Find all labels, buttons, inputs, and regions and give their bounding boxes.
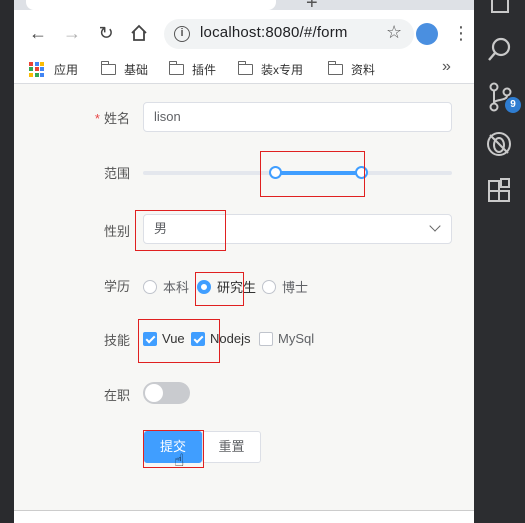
checkbox-checked — [191, 331, 205, 346]
bookmarks-more-button[interactable]: » — [442, 58, 451, 76]
checkbox-label: Nodejs — [210, 331, 251, 346]
checkbox-option-checked[interactable]: Vue — [143, 331, 185, 346]
submit-button[interactable]: 提交 — [144, 431, 202, 463]
gender-select[interactable]: 男 — [143, 214, 452, 244]
range-slider-handle-start[interactable] — [269, 166, 282, 179]
reset-button[interactable]: 重置 — [202, 431, 261, 463]
name-label-text: 姓名 — [103, 111, 130, 126]
devtools-bar — [14, 510, 474, 523]
required-mark: * — [94, 111, 100, 126]
bookmark-label: 插件 — [192, 62, 217, 77]
bookmark-folder[interactable]: 插件 — [168, 60, 217, 78]
checkbox-checked — [143, 331, 157, 346]
bookmarks-bar: 应用 基础 插件 装x专用 资料 » — [14, 56, 474, 84]
tab-strip: admin + — [14, 0, 474, 14]
menu-icon[interactable]: ⋮ — [452, 22, 470, 44]
gender-label: 性别 — [103, 224, 130, 239]
bookmark-label: 装x专用 — [261, 62, 304, 77]
reload-icon[interactable]: ↻ — [95, 22, 117, 44]
checkbox-option[interactable]: MySql — [259, 331, 314, 346]
checkbox-label: MySql — [278, 331, 315, 346]
address-bar[interactable]: i localhost:8080/#/form ☆ — [164, 19, 414, 49]
employed-label: 在职 — [103, 388, 130, 403]
hand-cursor-icon: ☝ — [174, 451, 185, 470]
chevron-down-icon — [429, 220, 441, 232]
radio-circle-checked — [197, 279, 211, 294]
range-slider-handle-end[interactable] — [355, 166, 368, 179]
name-label: * 姓名 — [70, 108, 130, 127]
bookmark-label: 应用 — [54, 62, 79, 77]
folder-icon — [168, 60, 184, 75]
switch-knob — [145, 384, 163, 402]
gender-selected-value: 男 — [154, 221, 168, 236]
name-input[interactable]: lison — [143, 102, 452, 132]
profile-avatar[interactable] — [416, 23, 438, 45]
skills-label: 技能 — [103, 333, 130, 348]
radio-option[interactable]: 博士 — [262, 277, 308, 296]
radio-option-selected[interactable]: 研究生 — [197, 277, 256, 296]
files-icon[interactable] — [474, 0, 525, 16]
browser-tab[interactable]: admin — [26, 0, 276, 10]
star-icon[interactable]: ☆ — [386, 22, 402, 43]
bookmark-folder[interactable]: 装x专用 — [237, 60, 304, 78]
radio-label: 本科 — [163, 280, 190, 295]
debug-icon[interactable] — [474, 130, 525, 158]
info-icon[interactable]: i — [174, 26, 190, 42]
radio-label: 博士 — [282, 280, 309, 295]
radio-circle — [262, 279, 276, 294]
checkbox-option-checked[interactable]: Nodejs — [191, 331, 250, 346]
range-label: 范围 — [103, 166, 130, 181]
folder-icon — [100, 60, 116, 75]
range-slider-bar — [276, 171, 362, 175]
browser-window: admin + ← → ↻ i localhost:8080/#/form ☆ … — [14, 0, 474, 523]
bookmark-folder[interactable]: 基础 — [100, 60, 149, 78]
apps-grid-icon — [29, 61, 44, 77]
back-arrow-icon[interactable]: ← — [27, 22, 49, 44]
folder-icon — [327, 60, 343, 75]
form-page: * 姓名 lison 范围 性别 男 学历 本科 研究生 博士 技能 Vue N… — [14, 85, 474, 510]
home-icon[interactable] — [130, 24, 148, 42]
search-icon[interactable] — [474, 36, 525, 62]
radio-label: 研究生 — [217, 280, 257, 295]
browser-toolbar: ← → ↻ i localhost:8080/#/form ☆ ⋮ — [14, 10, 474, 56]
education-label: 学历 — [103, 279, 130, 294]
bookmark-label: 基础 — [124, 62, 149, 77]
checkbox-unchecked — [259, 331, 273, 346]
bookmark-folder[interactable]: 资料 — [327, 60, 376, 78]
bookmark-apps[interactable]: 应用 — [29, 60, 78, 78]
extensions-icon[interactable] — [474, 178, 525, 204]
bookmark-label: 资料 — [351, 62, 376, 77]
folder-icon — [237, 60, 253, 75]
url-text: localhost:8080/#/form — [200, 24, 348, 41]
source-control-badge: 9 — [505, 97, 521, 113]
radio-option[interactable]: 本科 — [143, 277, 189, 296]
radio-circle — [143, 279, 157, 294]
activity-bar: 9 — [474, 0, 525, 523]
checkbox-label: Vue — [162, 331, 185, 346]
forward-arrow-icon[interactable]: → — [61, 22, 83, 44]
employed-switch[interactable] — [143, 382, 190, 404]
